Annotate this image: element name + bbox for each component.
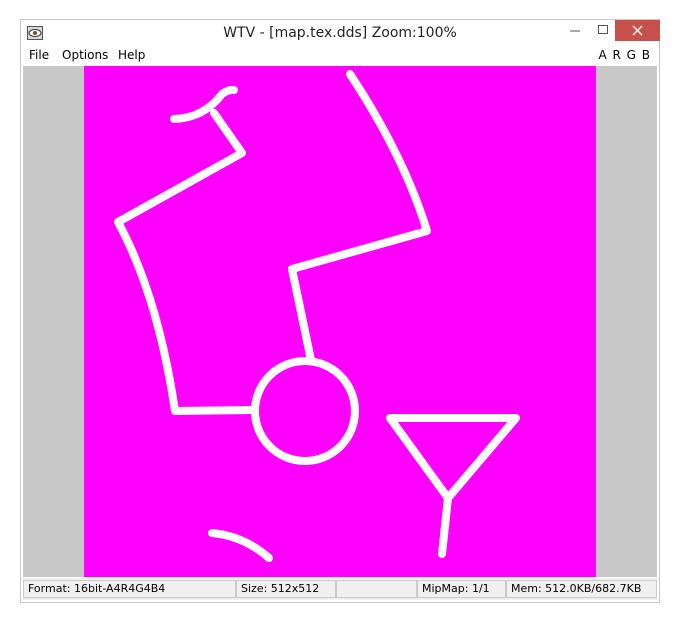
- stroke-triangle: [386, 414, 520, 502]
- menu-options[interactable]: Options: [62, 48, 108, 62]
- title-bar[interactable]: WTV - [map.tex.dds] Zoom:100%: [21, 20, 660, 47]
- texture-canvas[interactable]: [84, 66, 596, 577]
- menu-help[interactable]: Help: [118, 48, 145, 62]
- app-window: WTV - [map.tex.dds] Zoom:100% File Optio…: [20, 19, 660, 603]
- menu-file[interactable]: File: [29, 48, 49, 62]
- channel-toggles[interactable]: A R G B: [598, 48, 651, 62]
- stroke-stem: [438, 494, 452, 558]
- menu-bar: File Options Help A R G B: [21, 47, 659, 65]
- status-bar: Format: 16bit-A4R4G4B4 Size: 512x512 Mip…: [23, 578, 657, 600]
- status-empty: [336, 580, 417, 598]
- status-memory: Mem: 512.0KB/682.7KB: [506, 580, 657, 598]
- status-size: Size: 512x512: [236, 580, 336, 598]
- maximize-icon: [598, 25, 608, 34]
- maximize-button[interactable]: [589, 20, 617, 41]
- stroke-zigzag: [114, 109, 256, 415]
- minimize-button[interactable]: [561, 20, 589, 41]
- minimize-icon: [570, 30, 580, 32]
- status-format: Format: 16bit-A4R4G4B4: [23, 580, 236, 598]
- stroke-bottom-arc: [208, 529, 273, 562]
- close-button[interactable]: [615, 20, 660, 41]
- stroke-top-arc: [170, 85, 238, 123]
- status-mipmap: MipMap: 1/1: [417, 580, 506, 598]
- texture-viewport[interactable]: [23, 66, 657, 577]
- stroke-long-curve: [288, 70, 431, 364]
- close-icon: [632, 25, 643, 36]
- texture-drawing: [114, 70, 520, 562]
- stroke-circle: [251, 357, 359, 465]
